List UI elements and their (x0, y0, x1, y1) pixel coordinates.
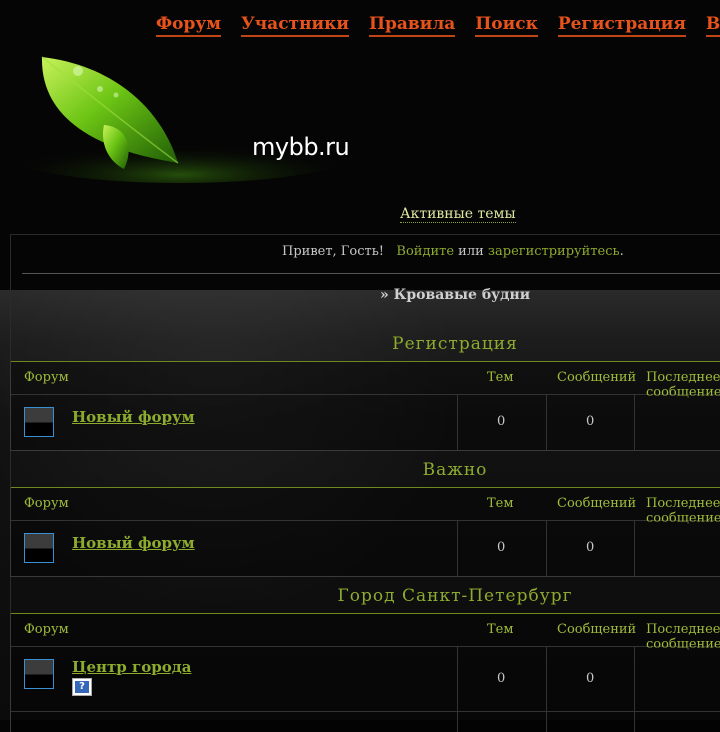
welcome-message: Привет, Гость! Войдите или зарегистрируй… (282, 244, 624, 259)
topics-count: 0 (497, 671, 506, 686)
col-posts: Сообщений (557, 622, 637, 637)
help-icon-glyph: ? (75, 681, 89, 693)
col-topics: Тем (487, 622, 514, 637)
nav-register[interactable]: Регистрация (557, 14, 686, 37)
forum-row (11, 712, 720, 732)
help-icon[interactable]: ? (72, 678, 92, 696)
col-topics: Тем (487, 496, 514, 511)
active-topics-link[interactable]: Активные темы (400, 206, 516, 223)
greeting-text: Привет, Гость! (282, 244, 385, 259)
table-header: Форум Тем Сообщений Последнее сообщение (11, 487, 720, 526)
forum-status-icon (24, 407, 54, 437)
forum-row: Новый форум 0 0 (11, 521, 720, 576)
top-nav: Форум Участники Правила Поиск Регистраци… (156, 14, 720, 37)
login-link[interactable]: Войдите (396, 244, 454, 259)
nav-search[interactable]: Поиск (475, 14, 538, 37)
forum-status-icon (24, 533, 54, 563)
nav-members[interactable]: Участники (240, 14, 350, 37)
table-header: Форум Тем Сообщений Последнее сообщение (11, 361, 720, 400)
divider (22, 273, 720, 274)
nav-forum[interactable]: Форум (156, 14, 222, 37)
posts-count: 0 (586, 414, 595, 429)
breadcrumb: » Кровавые будни (380, 287, 531, 303)
posts-count: 0 (586, 540, 595, 555)
category-registration: Форум Тем Сообщений Последнее сообщение … (10, 361, 720, 451)
col-topics: Тем (487, 370, 514, 385)
table-header: Форум Тем Сообщений Последнее сообщение (11, 613, 720, 652)
col-forum: Форум (24, 622, 69, 637)
leaf-icon (10, 56, 350, 183)
category-title: Регистрация (392, 334, 518, 354)
posts-count: 0 (586, 671, 595, 686)
register-link[interactable]: зарегистрируйтесь (488, 244, 620, 259)
category-spb: Форум Тем Сообщений Последнее сообщение … (10, 613, 720, 732)
category-title: Важно (422, 460, 488, 480)
forum-row: Новый форум 0 0 (11, 395, 720, 450)
nav-rules[interactable]: Правила (368, 14, 456, 37)
topics-count: 0 (497, 540, 506, 555)
col-forum: Форум (24, 370, 69, 385)
nav-login[interactable]: Вход (705, 14, 720, 37)
forum-link[interactable]: Новый форум (72, 408, 195, 426)
forum-row: Центр города ? 0 0 (11, 647, 720, 712)
forum-link[interactable]: Новый форум (72, 534, 195, 552)
logo-text: mybb.ru (252, 133, 350, 161)
period-text: . (619, 244, 624, 259)
col-posts: Сообщений (557, 496, 637, 511)
or-text: или (458, 244, 484, 259)
forum-link[interactable]: Центр города (72, 658, 191, 676)
col-forum: Форум (24, 496, 69, 511)
category-title: Город Санкт-Петербург (337, 586, 573, 606)
topics-count: 0 (497, 414, 506, 429)
category-important: Форум Тем Сообщений Последнее сообщение … (10, 487, 720, 577)
col-posts: Сообщений (557, 370, 637, 385)
logo[interactable]: mybb.ru (10, 45, 360, 195)
forum-status-icon (24, 659, 54, 689)
